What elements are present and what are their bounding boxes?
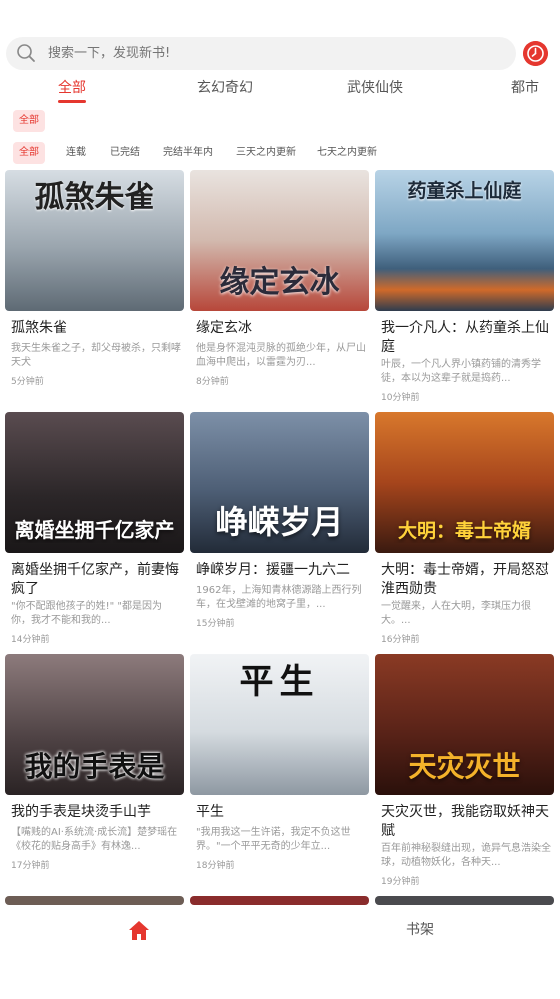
book-card[interactable]: 缘定玄冰 缘定玄冰 他是身怀混沌灵脉的孤绝少年，从尸山血海中爬出，以雷霆为刃..… xyxy=(190,170,369,405)
cover-title: 离婚坐拥千亿家产 xyxy=(14,518,175,542)
filter-updated-7-days[interactable]: 七天之内更新 xyxy=(311,142,383,164)
book-title: 缘定玄冰 xyxy=(196,320,252,336)
tab-wuxia[interactable]: 武侠仙侠 xyxy=(347,76,403,100)
book-card[interactable]: 离婚坐拥千亿家产 离婚坐拥千亿家产，前妻悔疯了 "你不配跟他孩子的姓!" "都是… xyxy=(5,412,184,647)
book-cover xyxy=(190,896,369,905)
book-update-time: 8分钟前 xyxy=(196,377,229,387)
book-update-time: 18分钟前 xyxy=(196,861,235,871)
cover-title: 天灾灭世 xyxy=(408,750,521,783)
book-card[interactable]: 我的手表是 我的手表是块烫手山芋 【嘴贱的AI·系统流·成长流】楚梦瑶在《校花的… xyxy=(5,654,184,889)
cover-title: 平生 xyxy=(239,662,320,702)
book-cover: 药童杀上仙庭 xyxy=(375,170,554,311)
book-title: 平生 xyxy=(196,804,224,820)
home-icon[interactable] xyxy=(127,919,151,943)
book-card[interactable] xyxy=(375,896,554,905)
book-desc: 我天生朱雀之子，却父母被杀，只剩哮天犬 xyxy=(11,343,181,368)
book-cover: 我的手表是 xyxy=(5,654,184,795)
book-title: 天灾灭世，我能窃取妖神天赋 xyxy=(381,804,549,839)
book-desc: "你不配跟他孩子的姓!" "都是因为你，我才不能和我的... xyxy=(11,601,162,626)
filter-updated-3-days[interactable]: 三天之内更新 xyxy=(230,142,302,164)
book-desc: "我用我这一生许诺，我定不负这世界。"一个平平无奇的少年立... xyxy=(196,827,351,852)
filter-all[interactable]: 全部 xyxy=(13,142,45,164)
book-cover xyxy=(375,896,554,905)
book-cover: 平生 xyxy=(190,654,369,795)
book-update-time: 5分钟前 xyxy=(11,377,44,387)
book-grid: 孤煞朱雀 孤煞朱雀 我天生朱雀之子，却父母被杀，只剩哮天犬 5分钟前 缘定玄冰 … xyxy=(0,170,560,905)
book-card[interactable]: 药童杀上仙庭 我一介凡人：从药童杀上仙庭 叶辰，一个凡人界小镇药铺的清秀学徒，本… xyxy=(375,170,554,405)
cover-title: 大明：毒士帝婿 xyxy=(397,520,531,542)
book-cover: 峥嵘岁月 xyxy=(190,412,369,553)
book-desc: 一觉醒来，人在大明，李琪压力很大。... xyxy=(381,601,531,626)
filter-ongoing[interactable]: 连载 xyxy=(60,142,92,164)
book-update-time: 16分钟前 xyxy=(381,635,420,645)
book-cover xyxy=(5,896,184,905)
cover-title: 我的手表是 xyxy=(24,750,165,783)
active-tab-indicator xyxy=(58,100,86,103)
tab-urban[interactable]: 都市 xyxy=(511,76,539,100)
book-card[interactable] xyxy=(5,896,184,905)
tab-all[interactable]: 全部 xyxy=(58,76,86,100)
cover-title: 药童杀上仙庭 xyxy=(407,180,522,202)
category-chip-all[interactable]: 全部 xyxy=(13,110,45,132)
filter-completed-half-year[interactable]: 完结半年内 xyxy=(157,142,219,164)
book-desc: 【嘴贱的AI·系统流·成长流】楚梦瑶在《校花的贴身高手》有林逸... xyxy=(11,827,178,852)
book-card[interactable]: 天灾灭世 天灾灭世，我能窃取妖神天赋 百年前神秘裂缝出现，诡异气息浩染全球，动植… xyxy=(375,654,554,889)
filter-completed[interactable]: 已完结 xyxy=(104,142,146,164)
book-update-time: 15分钟前 xyxy=(196,619,235,629)
history-clock-icon[interactable] xyxy=(523,41,548,66)
book-update-time: 10分钟前 xyxy=(381,393,420,403)
book-card[interactable] xyxy=(190,896,369,905)
book-desc: 他是身怀混沌灵脉的孤绝少年，从尸山血海中爬出，以雷霆为刃... xyxy=(196,343,366,368)
book-cover: 离婚坐拥千亿家产 xyxy=(5,412,184,553)
book-title: 我一介凡人：从药童杀上仙庭 xyxy=(381,320,549,355)
book-title: 我的手表是块烫手山芋 xyxy=(11,804,151,820)
tab-fantasy[interactable]: 玄幻奇幻 xyxy=(197,76,253,100)
book-card[interactable]: 峥嵘岁月 峥嵘岁月：援疆一九六二 1962年，上海知青林德源踏上西行列车，在戈壁… xyxy=(190,412,369,647)
book-update-time: 17分钟前 xyxy=(11,861,50,871)
search-box[interactable] xyxy=(6,37,516,70)
book-title: 峥嵘岁月：援疆一九六二 xyxy=(196,562,350,578)
search-row xyxy=(0,0,560,72)
book-title: 离婚坐拥千亿家产，前妻悔疯了 xyxy=(11,562,179,597)
book-cover: 天灾灭世 xyxy=(375,654,554,795)
book-update-time: 19分钟前 xyxy=(381,877,420,887)
app-page: 全部 玄幻奇幻 武侠仙侠 都市 全部 全部 连载 已完结 完结半年内 三天之内更… xyxy=(0,0,560,999)
cover-title: 缘定玄冰 xyxy=(219,265,340,300)
book-cover: 孤煞朱雀 xyxy=(5,170,184,311)
cover-title: 孤煞朱雀 xyxy=(34,180,155,215)
book-title: 大明：毒士帝婿，开局怒怼淮西勋贵 xyxy=(381,562,549,597)
book-cover: 大明：毒士帝婿 xyxy=(375,412,554,553)
cover-title: 峥嵘岁月 xyxy=(215,503,344,541)
book-desc: 叶辰，一个凡人界小镇药铺的清秀学徒，本以为这辈子就是捣药... xyxy=(381,359,541,384)
book-card[interactable]: 孤煞朱雀 孤煞朱雀 我天生朱雀之子，却父母被杀，只剩哮天犬 5分钟前 xyxy=(5,170,184,405)
bookshelf-tab[interactable]: 书架 xyxy=(406,919,434,939)
search-icon xyxy=(17,44,35,62)
search-input[interactable] xyxy=(48,37,488,70)
book-card[interactable]: 大明：毒士帝婿 大明：毒士帝婿，开局怒怼淮西勋贵 一觉醒来，人在大明，李琪压力很… xyxy=(375,412,554,647)
book-cover: 缘定玄冰 xyxy=(190,170,369,311)
book-desc: 百年前神秘裂缝出现，诡异气息浩染全球，动植物妖化，各种天... xyxy=(381,843,551,868)
book-desc: 1962年，上海知青林德源踏上西行列车，在戈壁滩的地窝子里，... xyxy=(196,585,362,610)
book-card[interactable]: 平生 平生 "我用我这一生许诺，我定不负这世界。"一个平平无奇的少年立... 1… xyxy=(190,654,369,889)
book-title: 孤煞朱雀 xyxy=(11,320,67,336)
book-update-time: 14分钟前 xyxy=(11,635,50,645)
bottom-nav: 书架 xyxy=(0,905,560,999)
